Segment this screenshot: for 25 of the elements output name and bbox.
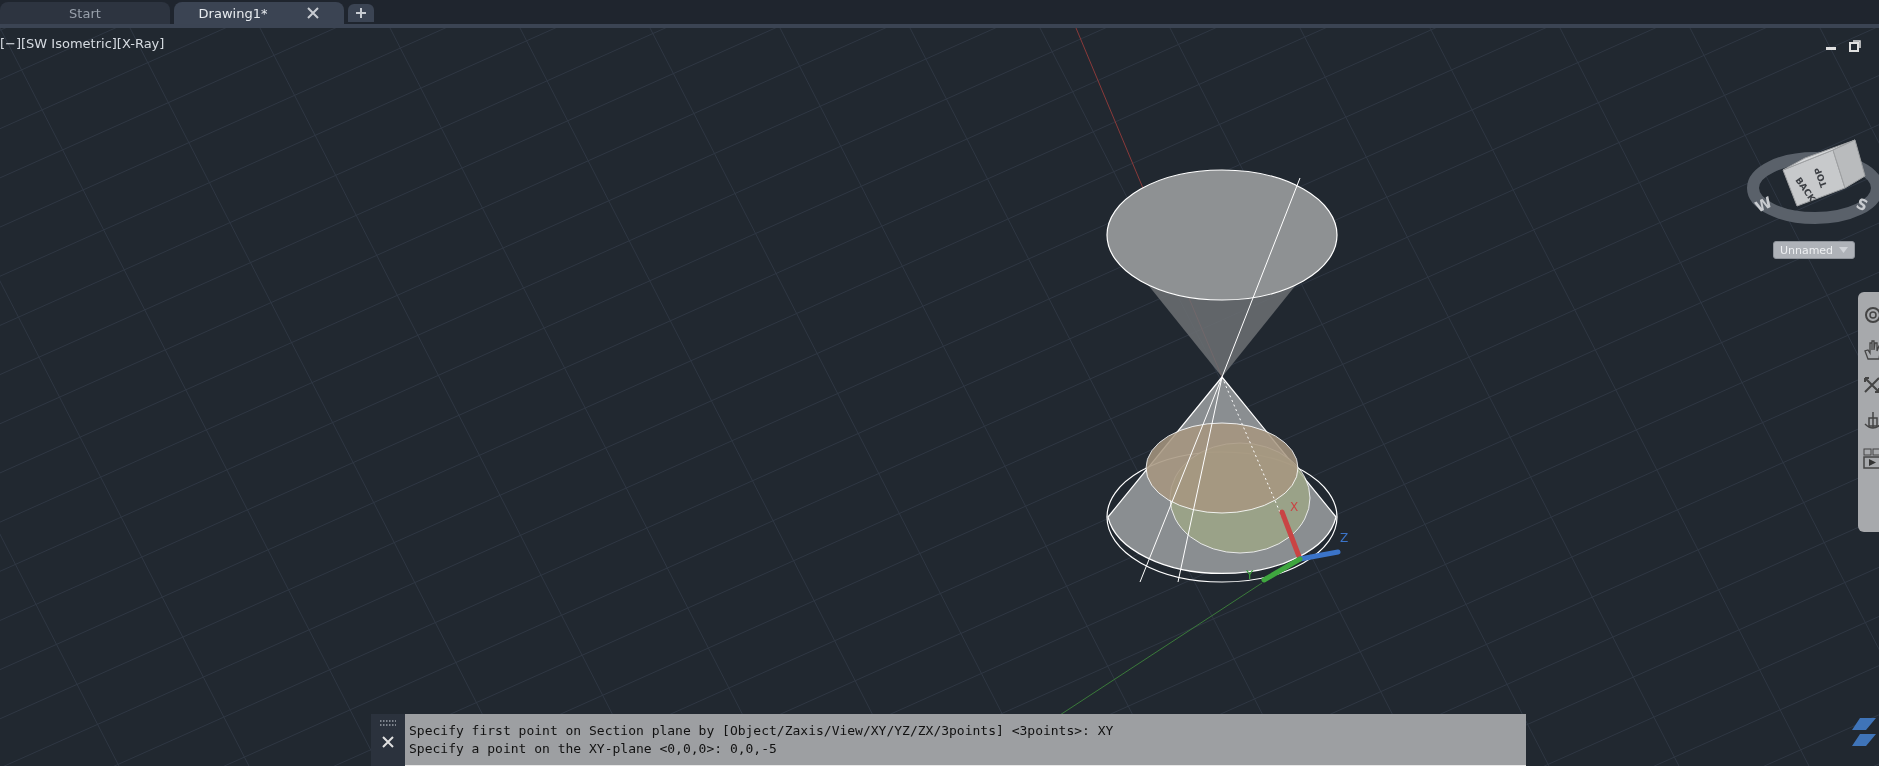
viewport-control[interactable]: [SW Isometric] (21, 36, 117, 51)
plus-icon[interactable] (355, 7, 367, 19)
orbit-icon[interactable] (1863, 410, 1879, 432)
cube-face-label[interactable]: TOP (1812, 166, 1829, 189)
new-tab-button[interactable] (348, 4, 374, 22)
command-history-line: Specify first point on Section plane by [Object/Zaxis/View/XY/YZ/ZX/3points] <3points>: XY (409, 722, 1115, 740)
restore-icon[interactable] (1849, 40, 1861, 52)
close-icon[interactable] (307, 7, 320, 19)
zoom-extents-icon[interactable] (1863, 376, 1879, 394)
compass-label[interactable]: S (1853, 194, 1871, 216)
command-history-line: Specify a point on the XY-plane <0,0,0>: 0,0,-5 (409, 740, 778, 758)
compass-label[interactable]: W (1752, 193, 1775, 217)
file-tab[interactable]: Start (0, 2, 170, 24)
x-axis-label: X (1290, 500, 1299, 514)
compass-ring[interactable] (1747, 152, 1879, 224)
y-axis-label: Y (1246, 568, 1254, 582)
drag-grip-icon[interactable] (379, 720, 397, 726)
viewport-control[interactable]: [−] (0, 36, 22, 51)
close-icon[interactable] (382, 736, 394, 748)
z-axis-label: Z (1340, 531, 1349, 545)
pan-hand-icon[interactable] (1863, 340, 1879, 360)
viewport-control[interactable]: [X-Ray] (116, 36, 165, 51)
steering-wheel-icon[interactable] (1863, 306, 1879, 324)
showmotion-icon[interactable] (1863, 448, 1879, 470)
file-tab[interactable]: Drawing1* (174, 2, 344, 24)
